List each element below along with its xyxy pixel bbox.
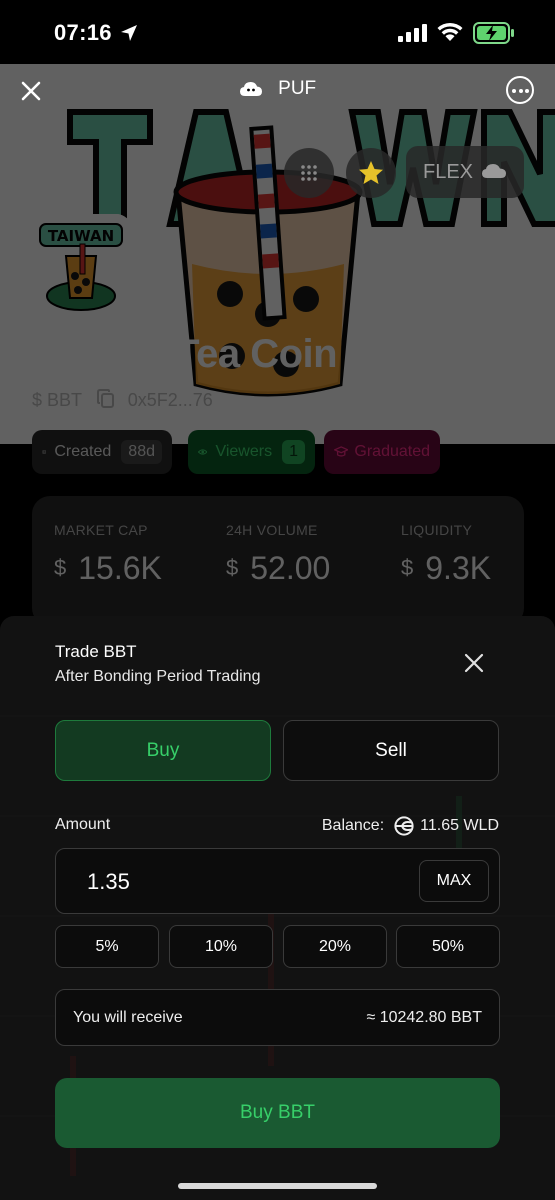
receive-label: You will receive	[73, 1009, 183, 1026]
cellular-signal-icon	[398, 24, 427, 42]
stat-currency: $	[54, 555, 67, 580]
cloud-icon	[481, 164, 506, 178]
cloud-logo-icon	[239, 82, 262, 96]
buy-submit-button[interactable]: Buy BBT	[55, 1078, 500, 1148]
flex-button[interactable]: FLEX	[406, 146, 524, 198]
grid-dots-icon	[301, 165, 317, 181]
flex-label: FLEX	[423, 161, 474, 183]
stat-value: 15.6K	[78, 550, 162, 586]
status-time: 07:16	[54, 20, 112, 45]
balance-display: Balance: 11.65 WLD	[322, 816, 499, 836]
copy-icon[interactable]	[96, 389, 115, 409]
app-brand: PUF	[0, 78, 555, 100]
token-stats-panel: MARKET CAP $15.6K 24H VOLUME $52.00 LIQU…	[32, 496, 524, 626]
token-meta: $ BBT 0x5F2...76	[32, 389, 213, 411]
stat-market-cap: MARKET CAP $15.6K	[54, 522, 162, 587]
graduation-cap-icon	[334, 446, 349, 457]
percent-10-button[interactable]: 10%	[169, 925, 273, 968]
stat-currency: $	[401, 555, 414, 580]
created-badge: Created 88d	[32, 430, 172, 474]
more-options-button[interactable]	[506, 76, 534, 104]
token-logo-art: TAIWAN	[30, 214, 132, 316]
sell-tab[interactable]: Sell	[283, 720, 499, 781]
favorite-button[interactable]	[346, 148, 396, 198]
balance-value: 11.65 WLD	[420, 817, 499, 834]
more-dot	[518, 88, 523, 93]
graduated-label: Graduated	[354, 443, 430, 460]
brand-name: PUF	[278, 78, 317, 99]
amount-value[interactable]: 1.35	[87, 869, 130, 895]
stat-label: MARKET CAP	[54, 522, 148, 538]
token-logo-text: TAIWAN	[48, 227, 114, 245]
viewers-value: 1	[282, 440, 305, 464]
max-button[interactable]: MAX	[419, 860, 489, 902]
balance-label: Balance:	[321, 817, 385, 834]
created-label: Created	[54, 443, 112, 460]
viewers-label: Viewers	[215, 443, 273, 460]
percent-20-button[interactable]: 20%	[283, 925, 387, 968]
receive-estimate: You will receive ≈ 10242.80 BBT	[55, 989, 500, 1046]
viewers-badge: Viewers 1	[188, 430, 315, 474]
close-sheet-icon[interactable]	[463, 652, 485, 674]
star-icon	[359, 161, 383, 184]
eye-icon	[198, 449, 208, 455]
stat-liquidity: LIQUIDITY $9.3K	[401, 522, 491, 587]
status-bar: 07:16	[0, 0, 555, 64]
token-name: Bubble Tea Coin	[32, 332, 338, 376]
token-logo: TAIWAN	[30, 214, 132, 316]
clock-icon	[42, 450, 47, 454]
trade-sheet: Trade BBT After Bonding Period Trading B…	[0, 616, 555, 1200]
stat-label: 24H VOLUME	[226, 522, 318, 538]
stat-value: 9.3K	[425, 550, 492, 586]
amount-label: Amount	[55, 816, 111, 833]
graduated-badge: Graduated	[324, 430, 440, 474]
app-header: PUF	[0, 64, 555, 116]
created-value: 88d	[121, 440, 162, 464]
grid-button[interactable]	[284, 148, 334, 198]
buy-tab[interactable]: Buy	[55, 720, 271, 781]
amount-input[interactable]: 1.35 MAX	[55, 848, 500, 914]
stat-value: 52.00	[250, 550, 331, 586]
worldcoin-icon	[394, 816, 414, 836]
sheet-subtitle: After Bonding Period Trading	[55, 668, 261, 685]
home-indicator[interactable]	[178, 1183, 377, 1189]
token-address[interactable]: 0x5F2...76	[128, 390, 213, 410]
battery-charging-icon	[473, 22, 514, 44]
receive-value: ≈ 10242.80 BBT	[366, 1009, 482, 1026]
location-arrow-icon	[121, 25, 137, 41]
more-dot	[512, 88, 516, 93]
token-symbol: $ BBT	[32, 390, 82, 410]
stat-currency: $	[226, 555, 239, 580]
more-dot	[525, 88, 529, 93]
wifi-icon	[437, 22, 463, 41]
percent-5-button[interactable]: 5%	[55, 925, 159, 968]
stat-24h-volume: 24H VOLUME $52.00	[226, 522, 330, 587]
percent-50-button[interactable]: 50%	[396, 925, 500, 968]
sheet-title: Trade BBT	[55, 642, 137, 661]
stat-label: LIQUIDITY	[401, 522, 473, 538]
